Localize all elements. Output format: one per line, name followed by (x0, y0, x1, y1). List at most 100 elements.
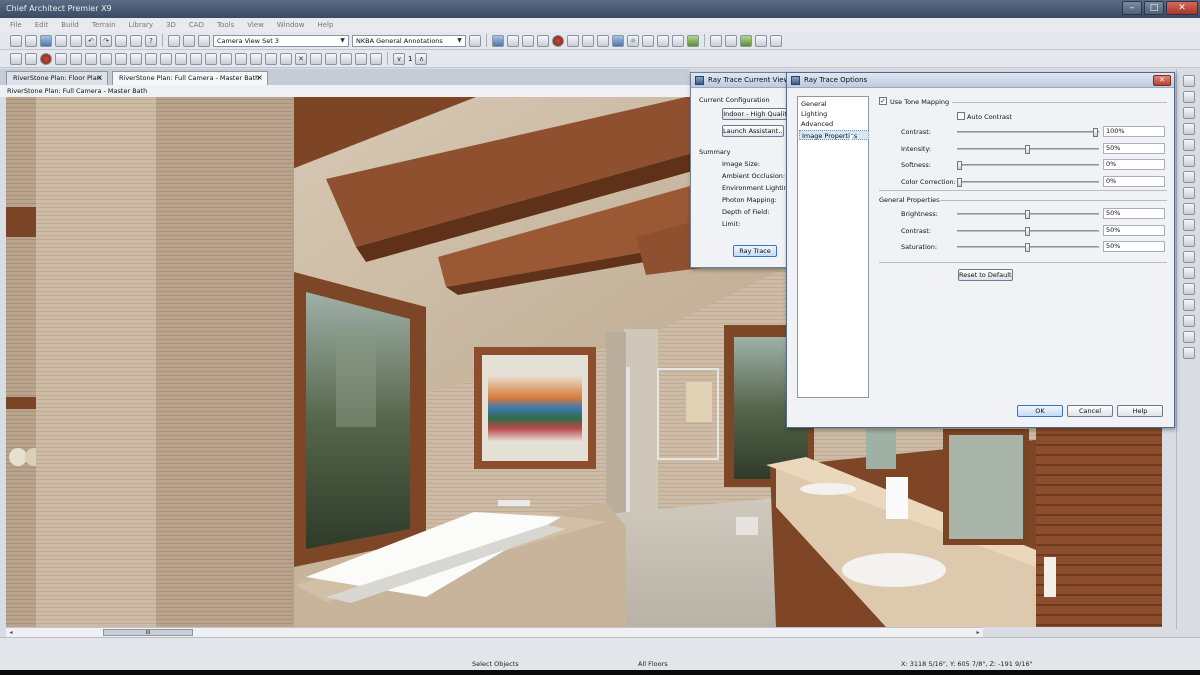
pan-icon[interactable] (1182, 139, 1195, 151)
close-icon[interactable]: × (96, 72, 103, 84)
dialog-title-bar[interactable]: Ray Trace Current View (691, 73, 793, 88)
walkthrough-icon[interactable] (567, 34, 579, 47)
refresh-icon[interactable] (183, 34, 195, 47)
material-painter-icon[interactable] (687, 34, 699, 47)
settings-icon[interactable] (1182, 347, 1195, 359)
nav-item-lighting[interactable]: Lighting (799, 109, 869, 119)
library-icon[interactable] (130, 34, 142, 47)
glasses-icon[interactable] (522, 34, 534, 47)
elevation-icon[interactable] (710, 34, 722, 47)
slider-track[interactable] (957, 210, 1099, 219)
paint-icon[interactable] (672, 34, 684, 47)
terrain-icon[interactable] (740, 34, 752, 47)
slider-track[interactable] (957, 144, 1099, 154)
material-sphere-icon[interactable] (552, 34, 564, 47)
sun-icon[interactable]: ☼ (627, 34, 639, 47)
light-bulb-icon[interactable] (642, 34, 654, 47)
slider-value-field[interactable]: 50% (1103, 142, 1165, 154)
slider-thumb[interactable] (957, 161, 962, 170)
slider-thumb[interactable] (1025, 144, 1030, 154)
close-button[interactable]: ✕ (1166, 1, 1198, 15)
layout-icon[interactable] (770, 34, 782, 47)
menu-terrain[interactable]: Terrain (92, 21, 116, 29)
chevron-up-icon[interactable]: ∧ (415, 52, 428, 65)
chevron-down-icon[interactable]: ∨ (393, 52, 405, 65)
menu-edit[interactable]: Edit (35, 21, 49, 29)
pencil-icon[interactable] (250, 52, 262, 65)
camera-view-set-dropdown[interactable]: Camera View Set 3 ▼ (213, 34, 349, 47)
menu-help[interactable]: Help (317, 21, 333, 29)
menu-build[interactable]: Build (61, 21, 79, 29)
ok-button[interactable]: OK (1017, 405, 1063, 417)
menu-3d[interactable]: 3D (166, 21, 176, 29)
floor-plan-icon[interactable] (725, 34, 737, 47)
minimize-button[interactable]: – (1122, 1, 1142, 15)
slider-value-field[interactable]: 0% (1103, 159, 1165, 170)
reset-to-defaults-button[interactable]: Reset to Defaults (958, 269, 1013, 281)
auto-contrast-checkbox[interactable] (957, 112, 965, 120)
cube-icon[interactable] (597, 34, 609, 47)
slider-thumb[interactable] (957, 177, 962, 187)
compass-icon[interactable] (537, 34, 549, 47)
slider-thumb[interactable] (1025, 226, 1030, 236)
slider-thumb[interactable] (1025, 243, 1030, 252)
annotation-set-dropdown[interactable]: NKBA General Annotations ▼ (352, 34, 466, 47)
grid-icon[interactable] (1182, 331, 1195, 343)
slider-track[interactable] (957, 243, 1099, 252)
ray-trace-button[interactable]: Ray Trace (733, 245, 777, 257)
text-icon[interactable] (235, 52, 247, 65)
window-tool-icon[interactable] (70, 52, 82, 65)
tilt-icon[interactable] (1182, 155, 1195, 167)
rendering-icon[interactable] (582, 34, 594, 47)
menu-window[interactable]: Window (277, 21, 305, 29)
stairs-icon[interactable] (85, 52, 97, 65)
slider-track[interactable] (957, 177, 1099, 187)
new-plan-icon[interactable] (10, 34, 22, 47)
slider-value-field[interactable]: 100% (1103, 126, 1165, 137)
door-icon[interactable] (55, 52, 67, 65)
maximize-button[interactable]: □ (1144, 1, 1164, 15)
arrow-icon[interactable] (280, 52, 292, 65)
circle-icon[interactable] (340, 52, 352, 65)
menu-cad[interactable]: CAD (189, 21, 204, 29)
slider-track[interactable] (957, 128, 1099, 137)
camera-icon[interactable] (492, 34, 504, 47)
nav-item-advanced[interactable]: Advanced (799, 119, 869, 129)
roof-icon[interactable] (190, 52, 202, 65)
clipboard-icon[interactable] (115, 34, 127, 47)
line-icon[interactable] (265, 52, 277, 65)
electrical-icon[interactable] (160, 52, 172, 65)
tab-full-camera[interactable]: RiverStone Plan: Full Camera - Master Ba… (112, 71, 268, 85)
open-folder-icon[interactable] (25, 34, 37, 47)
break-icon[interactable] (310, 52, 322, 65)
slider-thumb[interactable] (1093, 128, 1098, 137)
help-button[interactable]: Help (1117, 405, 1163, 417)
nav-item-general[interactable]: General (799, 99, 869, 109)
framing-icon[interactable] (115, 52, 127, 65)
polyline-icon[interactable] (355, 52, 367, 65)
text-box-icon[interactable] (370, 52, 382, 65)
menu-library[interactable]: Library (129, 21, 153, 29)
zoom-in-icon[interactable] (1182, 75, 1195, 87)
menu-view[interactable]: View (247, 21, 264, 29)
dialog-title-bar[interactable]: Ray Trace Options ✕ (787, 73, 1174, 88)
layers-icon[interactable] (1182, 251, 1195, 263)
railing-icon[interactable] (100, 52, 112, 65)
lock-icon[interactable] (1182, 235, 1195, 247)
tab-floor-plan[interactable]: RiverStone Plan: Floor Plan × (6, 71, 108, 85)
dimension-icon[interactable] (220, 52, 232, 65)
configuration-dropdown[interactable]: Indoor - High Quality (722, 108, 792, 120)
redo-icon[interactable]: ↷ (100, 34, 112, 47)
slider-track[interactable] (957, 226, 1099, 236)
zoom-out-icon[interactable] (1182, 91, 1195, 103)
wall-icon[interactable] (25, 52, 37, 65)
close-icon[interactable]: ✕ (1153, 75, 1171, 86)
checkbox-icon[interactable] (198, 34, 210, 47)
menu-file[interactable]: File (10, 21, 22, 29)
horizontal-scrollbar[interactable]: ◂ III ▸ (6, 627, 983, 637)
camera-move-icon[interactable] (1182, 187, 1195, 199)
house-icon[interactable] (612, 34, 624, 47)
wireframe-icon[interactable] (1182, 267, 1195, 279)
cabinet-icon[interactable] (40, 52, 52, 65)
scrollbar-thumb[interactable]: III (103, 629, 193, 636)
